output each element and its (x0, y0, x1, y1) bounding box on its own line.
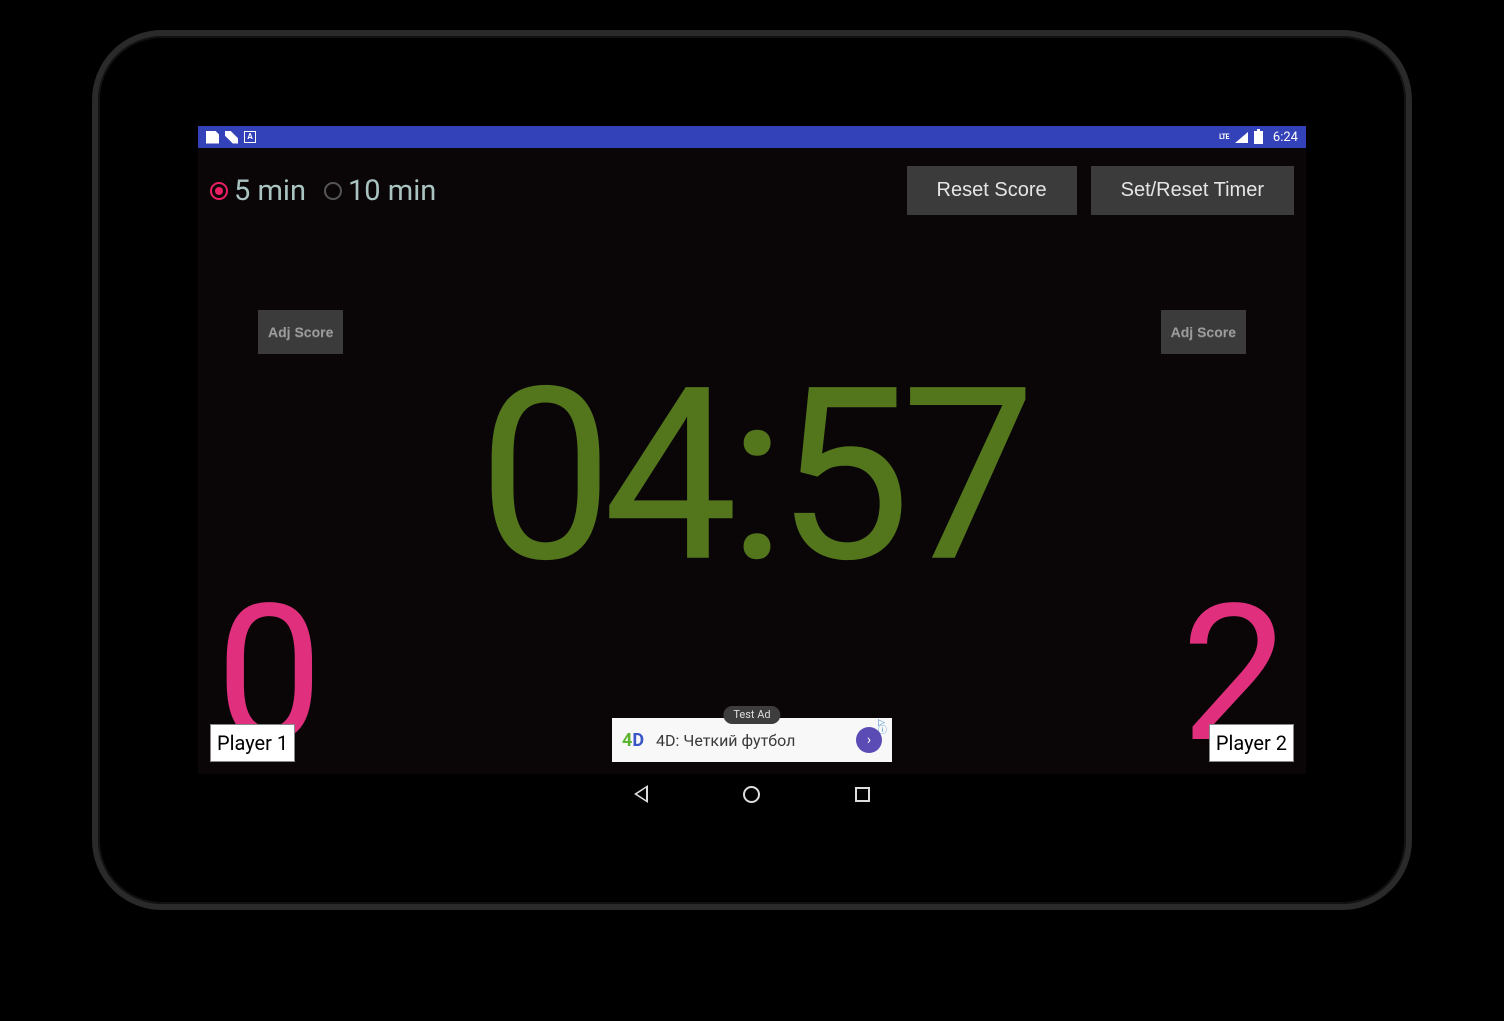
duration-options: 5 min 10 min (210, 174, 436, 208)
top-row: 5 min 10 min Reset Score Set/Reset Timer (198, 148, 1306, 215)
player1-label[interactable]: Player 1 (210, 724, 295, 762)
radio-unselected-icon (324, 182, 342, 200)
status-clock: 6:24 (1269, 130, 1298, 145)
top-buttons: Reset Score Set/Reset Timer (907, 166, 1294, 215)
test-ad-badge: Test Ad (723, 706, 780, 724)
android-status-bar: A LTE 6:24 (198, 126, 1306, 148)
nav-recents-icon[interactable] (855, 787, 870, 802)
sd-card-icon (206, 131, 219, 144)
set-reset-timer-button[interactable]: Set/Reset Timer (1091, 166, 1294, 215)
nav-back-icon[interactable] (634, 785, 648, 803)
adj-score-left-button[interactable]: Adj Score (258, 310, 343, 354)
lte-indicator: LTE (1219, 133, 1229, 141)
radio-10min-label: 10 min (348, 174, 436, 208)
radio-10min[interactable]: 10 min (324, 174, 436, 208)
main-area: Adj Score Adj Score 04:57 0 2 (198, 215, 1306, 775)
adj-score-right-button[interactable]: Adj Score (1161, 310, 1246, 354)
status-left: A (206, 131, 256, 144)
keyboard-a-icon: A (244, 131, 256, 143)
battery-icon (1254, 131, 1263, 144)
player2-label[interactable]: Player 2 (1209, 724, 1294, 762)
bottom-row: Player 1 Test Ad 4D 4D: Четкий футбол › … (198, 718, 1306, 762)
radio-selected-icon (210, 182, 228, 200)
screen: A LTE 6:24 5 min 10 min (198, 126, 1306, 814)
ad-logo: 4D (622, 730, 644, 751)
nav-home-icon[interactable] (743, 786, 760, 803)
n-preview-icon (225, 131, 238, 144)
app-body: 5 min 10 min Reset Score Set/Reset Timer… (198, 148, 1306, 774)
radio-5min[interactable]: 5 min (210, 174, 306, 208)
reset-score-button[interactable]: Reset Score (907, 166, 1077, 215)
android-navbar (198, 774, 1306, 814)
ad-banner[interactable]: Test Ad 4D 4D: Четкий футбол › ▷ ⓘ (612, 718, 892, 762)
tablet-frame: A LTE 6:24 5 min 10 min (92, 30, 1412, 910)
status-right: LTE 6:24 (1219, 130, 1298, 145)
radio-5min-label: 5 min (234, 174, 306, 208)
ad-text: 4D: Четкий футбол (656, 731, 856, 750)
signal-icon (1235, 132, 1248, 143)
timer-display[interactable]: 04:57 (478, 356, 1026, 596)
ad-info-icon: ▷ ⓘ (876, 718, 892, 734)
